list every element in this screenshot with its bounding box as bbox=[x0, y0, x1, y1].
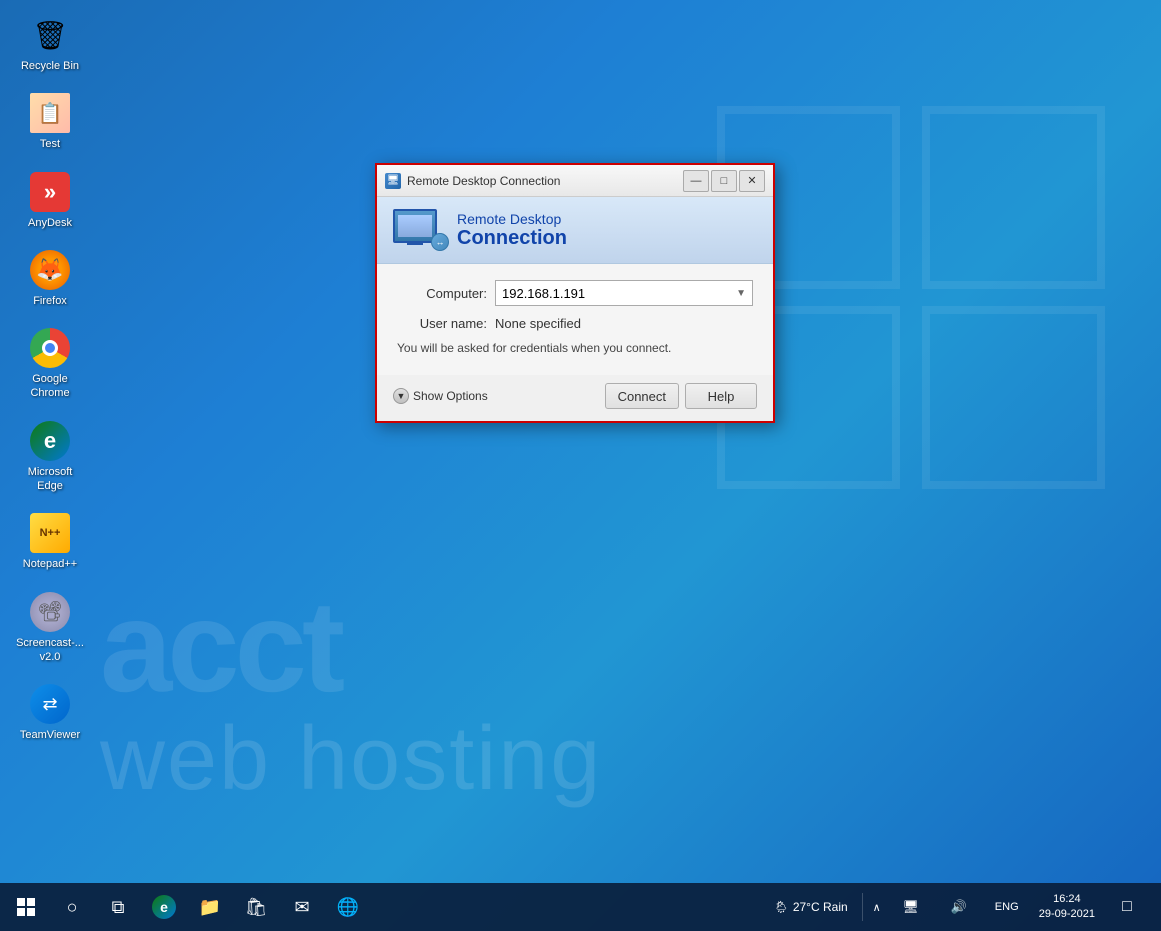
taskbar-edge-button[interactable]: e bbox=[142, 885, 186, 929]
desktop-icon-firefox[interactable]: 🦊 Firefox bbox=[10, 245, 90, 313]
taskbar-weather[interactable]: 🌦 27°C Rain bbox=[766, 900, 856, 914]
connect-button[interactable]: Connect bbox=[605, 383, 679, 409]
taskbar-network-indicator[interactable]: 🖥 bbox=[889, 885, 933, 929]
screencast-icon: 📽 bbox=[30, 592, 70, 632]
search-button[interactable]: ○ bbox=[50, 885, 94, 929]
dialog-header-title1: Remote Desktop bbox=[457, 211, 567, 227]
rdp-monitor bbox=[393, 209, 437, 243]
taskbar-edge-icon: e bbox=[152, 895, 176, 919]
desktop-watermark-top: acct bbox=[100, 571, 340, 721]
weather-text: 27°C Rain bbox=[793, 900, 848, 914]
desktop-icon-anydesk[interactable]: » AnyDesk bbox=[10, 167, 90, 235]
tray-expand-icon: ∧ bbox=[873, 901, 881, 914]
recycle-bin-label: Recycle Bin bbox=[21, 59, 79, 73]
desktop-icon-recycle-bin[interactable]: 🗑 Recycle Bin bbox=[10, 10, 90, 78]
desktop-icon-notepadpp[interactable]: N++ Notepad++ bbox=[10, 508, 90, 576]
mail-icon: ✉ bbox=[294, 897, 309, 918]
anydesk-label: AnyDesk bbox=[28, 216, 72, 230]
dialog-info-text: You will be asked for credentials when y… bbox=[397, 341, 753, 355]
desktop-icon-teamviewer[interactable]: ⇄ TeamViewer bbox=[10, 679, 90, 747]
network-status-icon: 🖥 bbox=[902, 899, 919, 915]
computer-select[interactable]: 192.168.1.191 ▼ bbox=[495, 280, 753, 306]
desktop-watermark-bottom: web hosting bbox=[100, 708, 1161, 811]
time-display: 16:24 bbox=[1053, 892, 1081, 907]
taskbar-volume-button[interactable]: 🔊 bbox=[937, 885, 981, 929]
test-icon: 📋 bbox=[30, 93, 70, 133]
desktop-icon-google-chrome[interactable]: Google Chrome bbox=[10, 323, 90, 406]
computer-label: Computer: bbox=[397, 286, 487, 301]
teamviewer-label: TeamViewer bbox=[20, 728, 80, 742]
firefox-icon: 🦊 bbox=[30, 250, 70, 290]
taskbar-right: 🌦 27°C Rain ∧ 🖥 🔊 ENG 16:24 29-09-2021 □ bbox=[766, 885, 1157, 929]
edge-icon: e bbox=[30, 421, 70, 461]
start-button[interactable] bbox=[4, 885, 48, 929]
edge-label: Microsoft Edge bbox=[15, 465, 85, 494]
show-options-button[interactable]: ▼ Show Options bbox=[393, 388, 488, 404]
anydesk-icon: » bbox=[30, 172, 70, 212]
help-button[interactable]: Help bbox=[685, 383, 757, 409]
teamviewer-icon: ⇄ bbox=[30, 684, 70, 724]
store-icon: 🛍 bbox=[245, 897, 268, 918]
dialog-action-buttons: Connect Help bbox=[605, 383, 757, 409]
screencast-label: Screencast-... v2.0 bbox=[16, 636, 84, 665]
search-icon: ○ bbox=[67, 897, 78, 918]
dialog-header-text: Remote Desktop Connection bbox=[457, 211, 567, 250]
maximize-button[interactable]: □ bbox=[711, 170, 737, 192]
username-value: None specified bbox=[495, 316, 581, 331]
dialog-footer: ▼ Show Options Connect Help bbox=[377, 375, 773, 421]
computer-value: 192.168.1.191 bbox=[502, 286, 585, 301]
computer-field: Computer: 192.168.1.191 ▼ bbox=[397, 280, 753, 306]
notepadpp-icon: N++ bbox=[30, 513, 70, 553]
username-label: User name: bbox=[397, 316, 487, 331]
dialog-titlebar: 🖥 Remote Desktop Connection — □ ✕ bbox=[377, 165, 773, 197]
desktop-icon-edge[interactable]: e Microsoft Edge bbox=[10, 416, 90, 499]
notepadpp-label: Notepad++ bbox=[23, 557, 77, 571]
remote-desktop-dialog: 🖥 Remote Desktop Connection — □ ✕ ↔ Remo… bbox=[375, 163, 775, 423]
close-button[interactable]: ✕ bbox=[739, 170, 765, 192]
task-view-button[interactable]: ⧉ bbox=[96, 885, 140, 929]
notification-icon: □ bbox=[1122, 898, 1132, 916]
taskbar-divider bbox=[862, 893, 863, 921]
dialog-title-icon: 🖥 bbox=[385, 173, 401, 189]
date-display: 29-09-2021 bbox=[1039, 907, 1095, 922]
language-text: ENG bbox=[995, 901, 1019, 913]
chrome-icon bbox=[30, 328, 70, 368]
show-options-label: Show Options bbox=[413, 389, 488, 403]
task-view-icon: ⧉ bbox=[112, 897, 125, 918]
username-field: User name: None specified bbox=[397, 316, 753, 331]
recycle-bin-icon: 🗑 bbox=[30, 15, 70, 55]
taskbar-system-tray[interactable]: ∧ bbox=[869, 901, 885, 914]
notification-button[interactable]: □ bbox=[1105, 885, 1149, 929]
start-icon bbox=[17, 898, 35, 916]
dialog-header-title2: Connection bbox=[457, 227, 567, 250]
rdp-icon: ↔ bbox=[393, 209, 445, 251]
test-label: Test bbox=[40, 137, 60, 151]
taskbar-network-button[interactable]: 🌐 bbox=[326, 885, 370, 929]
dialog-body: Computer: 192.168.1.191 ▼ User name: Non… bbox=[377, 264, 773, 375]
taskbar-mail-button[interactable]: ✉ bbox=[280, 885, 324, 929]
dialog-window-controls: — □ ✕ bbox=[683, 170, 765, 192]
taskbar-language[interactable]: ENG bbox=[985, 885, 1029, 929]
taskbar-store-button[interactable]: 🛍 bbox=[234, 885, 278, 929]
dialog-title-text: Remote Desktop Connection bbox=[407, 174, 677, 188]
weather-icon: 🌦 bbox=[774, 900, 789, 914]
dropdown-arrow-icon: ▼ bbox=[736, 288, 746, 299]
taskbar-clock[interactable]: 16:24 29-09-2021 bbox=[1033, 892, 1101, 923]
files-icon: 📁 bbox=[199, 897, 221, 918]
rdp-arrow-icon: ↔ bbox=[431, 233, 449, 251]
chrome-label: Google Chrome bbox=[15, 372, 85, 401]
desktop-icon-test[interactable]: 📋 Test bbox=[10, 88, 90, 156]
desktop-icons: 🗑 Recycle Bin 📋 Test » AnyDesk 🦊 Firefox bbox=[10, 10, 90, 748]
desktop-icon-screencast[interactable]: 📽 Screencast-... v2.0 bbox=[10, 587, 90, 670]
volume-icon: 🔊 bbox=[951, 899, 967, 915]
taskbar-files-button[interactable]: 📁 bbox=[188, 885, 232, 929]
network-icon: 🌐 bbox=[337, 897, 359, 918]
taskbar: ○ ⧉ e 📁 🛍 ✉ 🌐 🌦 27°C Rain ∧ 🖥 bbox=[0, 883, 1161, 931]
dialog-header: ↔ Remote Desktop Connection bbox=[377, 197, 773, 264]
show-options-icon: ▼ bbox=[393, 388, 409, 404]
minimize-button[interactable]: — bbox=[683, 170, 709, 192]
firefox-label: Firefox bbox=[33, 294, 67, 308]
